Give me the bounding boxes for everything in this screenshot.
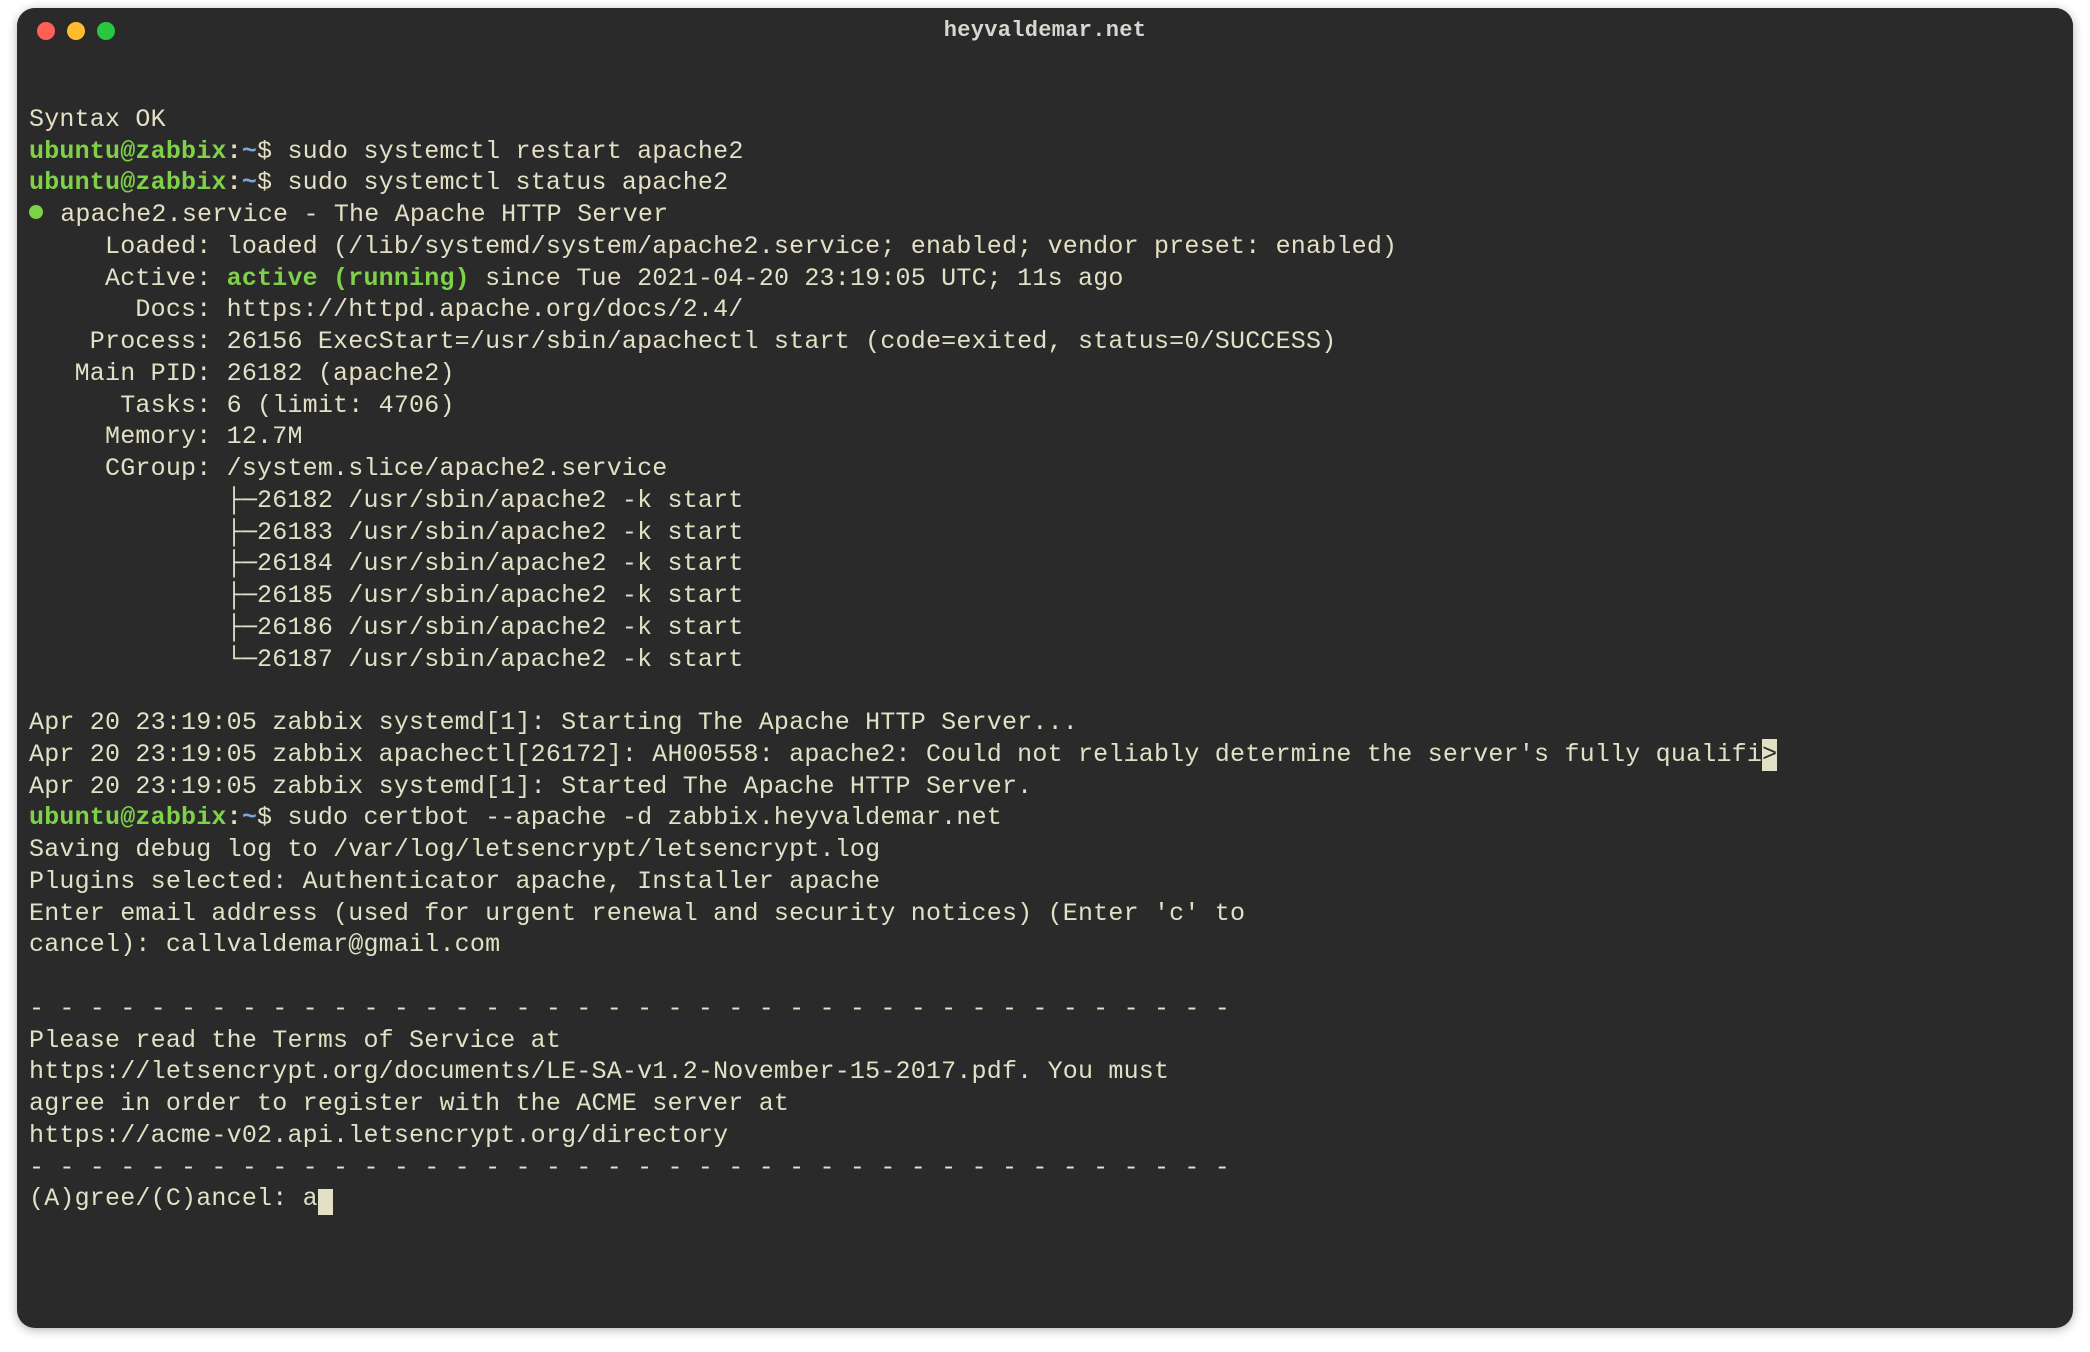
command-input: sudo certbot --apache -d zabbix.heyvalde… <box>287 803 1002 832</box>
output-line: Syntax OK <box>29 105 166 134</box>
prompt-path: ~ <box>242 168 257 197</box>
divider-line: - - - - - - - - - - - - - - - - - - - - … <box>29 994 1230 1023</box>
output-line: Docs: https://httpd.apache.org/docs/2.4/ <box>29 295 744 324</box>
output-line: CGroup: /system.slice/apache2.service <box>29 454 668 483</box>
cgroup-entry: ├─26186 /usr/sbin/apache2 -k start <box>29 613 744 642</box>
zoom-icon[interactable] <box>97 22 115 40</box>
traffic-lights <box>37 22 115 40</box>
prompt-user: ubuntu@zabbix <box>29 803 227 832</box>
agree-prompt[interactable]: (A)gree/(C)ancel: a <box>29 1184 318 1213</box>
output-line: Saving debug log to /var/log/letsencrypt… <box>29 835 880 864</box>
prompt-path: ~ <box>242 803 257 832</box>
prompt-sign: $ <box>257 137 272 166</box>
prompt-sep: : <box>227 168 242 197</box>
divider-line: - - - - - - - - - - - - - - - - - - - - … <box>29 1153 1230 1182</box>
cgroup-entry: └─26187 /usr/sbin/apache2 -k start <box>29 645 744 674</box>
cgroup-entry: ├─26183 /usr/sbin/apache2 -k start <box>29 518 744 547</box>
prompt-sign: $ <box>257 168 272 197</box>
output-line: since Tue 2021-04-20 23:19:05 UTC; 11s a… <box>470 264 1124 293</box>
cgroup-entry: ├─26184 /usr/sbin/apache2 -k start <box>29 549 744 578</box>
titlebar: heyvaldemar.net <box>17 8 2073 52</box>
output-line: Enter email address (used for urgent ren… <box>29 899 1245 928</box>
terminal-window: heyvaldemar.net Syntax OK ubuntu@zabbix:… <box>17 8 2073 1328</box>
log-line: Apr 20 23:19:05 zabbix systemd[1]: Start… <box>29 772 1032 801</box>
output-line: Loaded: loaded (/lib/systemd/system/apac… <box>29 232 1397 261</box>
output-line: Memory: 12.7M <box>29 422 303 451</box>
cursor-icon <box>318 1189 333 1215</box>
output-line: agree in order to register with the ACME… <box>29 1089 789 1118</box>
truncation-caret-icon: > <box>1762 739 1777 771</box>
cgroup-entry: ├─26185 /usr/sbin/apache2 -k start <box>29 581 744 610</box>
status-active: active (running) <box>227 264 470 293</box>
cgroup-entry: ├─26182 /usr/sbin/apache2 -k start <box>29 486 744 515</box>
close-icon[interactable] <box>37 22 55 40</box>
command-input: sudo systemctl restart apache2 <box>287 137 743 166</box>
output-line: https://letsencrypt.org/documents/LE-SA-… <box>29 1057 1169 1086</box>
output-line: https://acme-v02.api.letsencrypt.org/dir… <box>29 1121 728 1150</box>
output-line: Process: 26156 ExecStart=/usr/sbin/apach… <box>29 327 1336 356</box>
prompt-user: ubuntu@zabbix <box>29 168 227 197</box>
terminal-body[interactable]: Syntax OK ubuntu@zabbix:~$ sudo systemct… <box>17 52 2073 1259</box>
command-input: sudo systemctl status apache2 <box>287 168 728 197</box>
service-header: apache2.service - The Apache HTTP Server <box>45 200 668 229</box>
output-line: Please read the Terms of Service at <box>29 1026 561 1055</box>
prompt-sep: : <box>227 803 242 832</box>
output-line: Plugins selected: Authenticator apache, … <box>29 867 880 896</box>
log-line: Apr 20 23:19:05 zabbix systemd[1]: Start… <box>29 708 1078 737</box>
minimize-icon[interactable] <box>67 22 85 40</box>
output-label: Active: <box>29 264 227 293</box>
log-line: Apr 20 23:19:05 zabbix apachectl[26172]:… <box>29 740 1762 769</box>
window-title: heyvaldemar.net <box>944 18 1147 43</box>
output-line: Main PID: 26182 (apache2) <box>29 359 455 388</box>
output-line: cancel): callvaldemar@gmail.com <box>29 930 500 959</box>
prompt-sep: : <box>227 137 242 166</box>
prompt-path: ~ <box>242 137 257 166</box>
prompt-user: ubuntu@zabbix <box>29 137 227 166</box>
status-dot-icon <box>29 205 43 219</box>
prompt-sign: $ <box>257 803 272 832</box>
output-line: Tasks: 6 (limit: 4706) <box>29 391 455 420</box>
